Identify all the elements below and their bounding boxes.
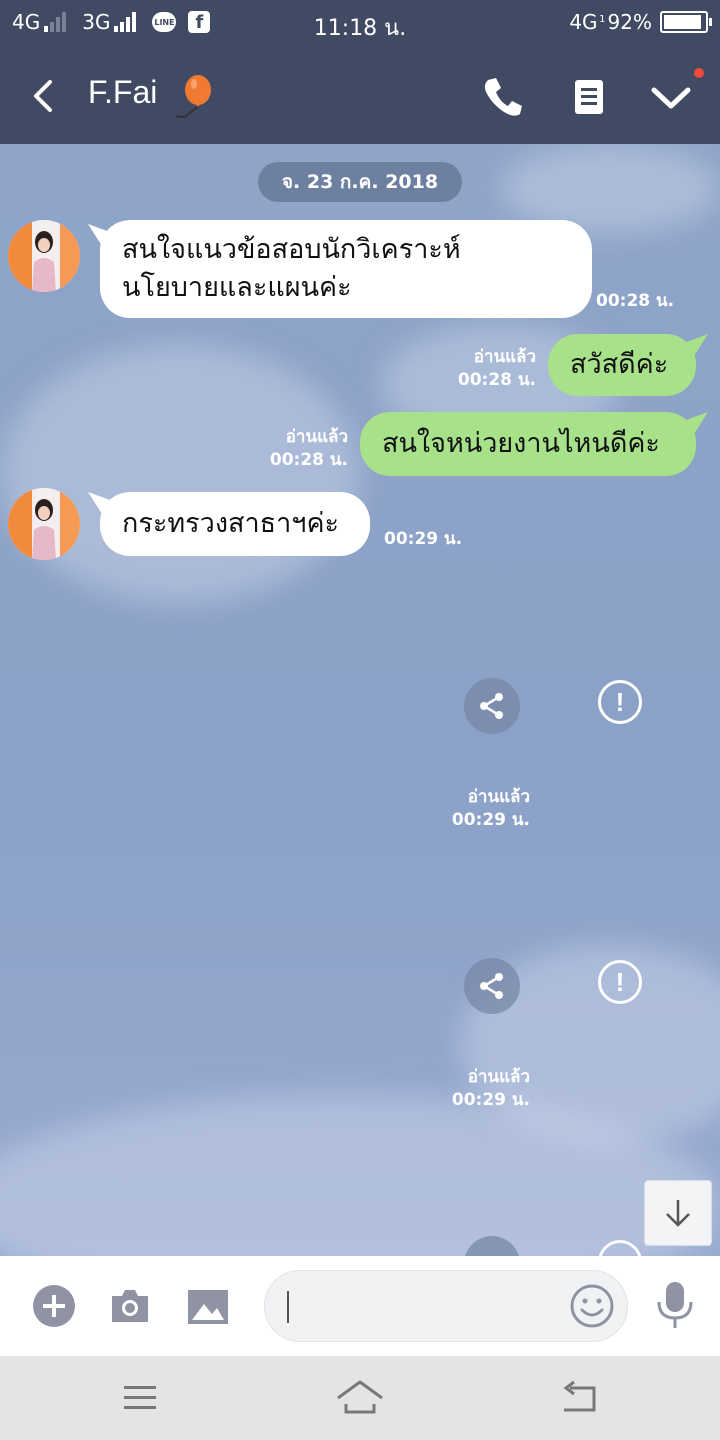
microphone-icon[interactable]: [654, 1280, 696, 1330]
phone-icon[interactable]: [480, 74, 526, 120]
system-nav-bar: [0, 1356, 720, 1440]
message-bubble-incoming[interactable]: สนใจแนวข้อสอบนักวิเคราะห์ นโยบายและแผนค่…: [100, 220, 592, 318]
back-icon[interactable]: [24, 76, 64, 116]
read-receipt: อ่านแล้ว: [467, 1067, 530, 1087]
share-icon: [480, 973, 503, 999]
bubble-tail: [686, 334, 708, 356]
message-text: นโยบายและแผนค่ะ: [122, 272, 352, 303]
menu-icon[interactable]: [122, 1382, 158, 1414]
resend-alert-button[interactable]: !: [598, 960, 642, 1004]
message-time: 00:29 น.: [451, 1090, 530, 1110]
message-text: สนใจแนวข้อสอบนักวิเคราะห์: [122, 234, 461, 265]
chat-area[interactable]: จ. 23 ก.ค. 2018 สนใจแนวข้อสอบนักวิเคราะห…: [0, 144, 720, 1256]
message-bubble-outgoing[interactable]: สนใจหน่วยงานไหนดีค่ะ: [360, 412, 696, 476]
message-text: สนใจหน่วยงานไหนดีค่ะ: [382, 428, 660, 459]
avatar[interactable]: [8, 220, 80, 292]
home-icon[interactable]: [334, 1378, 386, 1418]
read-receipt: อ่านแล้ว: [467, 787, 530, 807]
plus-icon[interactable]: [32, 1284, 76, 1328]
back-nav-icon[interactable]: [558, 1380, 600, 1416]
chat-header: F.Fai: [0, 48, 720, 144]
status-bar: 4G 3G LINE f 11:18 น. 4G 1 92%: [0, 0, 720, 48]
message-time: 00:28 น.: [457, 370, 536, 390]
message-time: 00:29 น.: [451, 810, 530, 830]
battery-icon: [660, 11, 712, 33]
message-bubble-incoming[interactable]: กระทรวงสาธาฯค่ะ: [100, 492, 370, 556]
date-separator: จ. 23 ก.ค. 2018: [258, 162, 462, 202]
chevron-down-icon[interactable]: [648, 74, 694, 120]
message-time: 00:28 น.: [596, 291, 675, 311]
input-bar: [0, 1256, 720, 1356]
scroll-to-bottom-button[interactable]: [644, 1180, 712, 1246]
read-receipt: อ่านแล้ว: [473, 347, 536, 367]
message-time: 00:29 น.: [384, 529, 463, 549]
network-4g-label: 4G 1: [569, 10, 606, 34]
message-time: 00:28 น.: [269, 450, 348, 470]
bubble-tail: [686, 412, 708, 434]
image-icon[interactable]: [186, 1284, 230, 1328]
message-bubble-outgoing[interactable]: สวัสดีค่ะ: [548, 334, 696, 396]
notification-dot: [694, 68, 704, 78]
arrow-down-icon: [666, 1200, 690, 1227]
message-input[interactable]: [264, 1270, 628, 1342]
share-icon: [480, 693, 503, 719]
status-right: 4G 1 92%: [569, 10, 712, 34]
resend-alert-button[interactable]: !: [598, 680, 642, 724]
memo-icon[interactable]: [566, 74, 612, 120]
camera-icon[interactable]: [108, 1284, 152, 1328]
emoji-icon[interactable]: [569, 1283, 615, 1329]
balloon-icon: [175, 75, 211, 118]
message-text: กระทรวงสาธาฯค่ะ: [122, 508, 340, 539]
battery-percent: 92%: [607, 10, 652, 34]
share-button[interactable]: [464, 678, 520, 734]
message-text: สวัสดีค่ะ: [570, 349, 669, 380]
avatar[interactable]: [8, 488, 80, 560]
read-receipt: อ่านแล้ว: [285, 427, 348, 447]
text-caret: [287, 1291, 289, 1323]
share-button[interactable]: [464, 958, 520, 1014]
chat-title[interactable]: F.Fai: [88, 74, 157, 111]
